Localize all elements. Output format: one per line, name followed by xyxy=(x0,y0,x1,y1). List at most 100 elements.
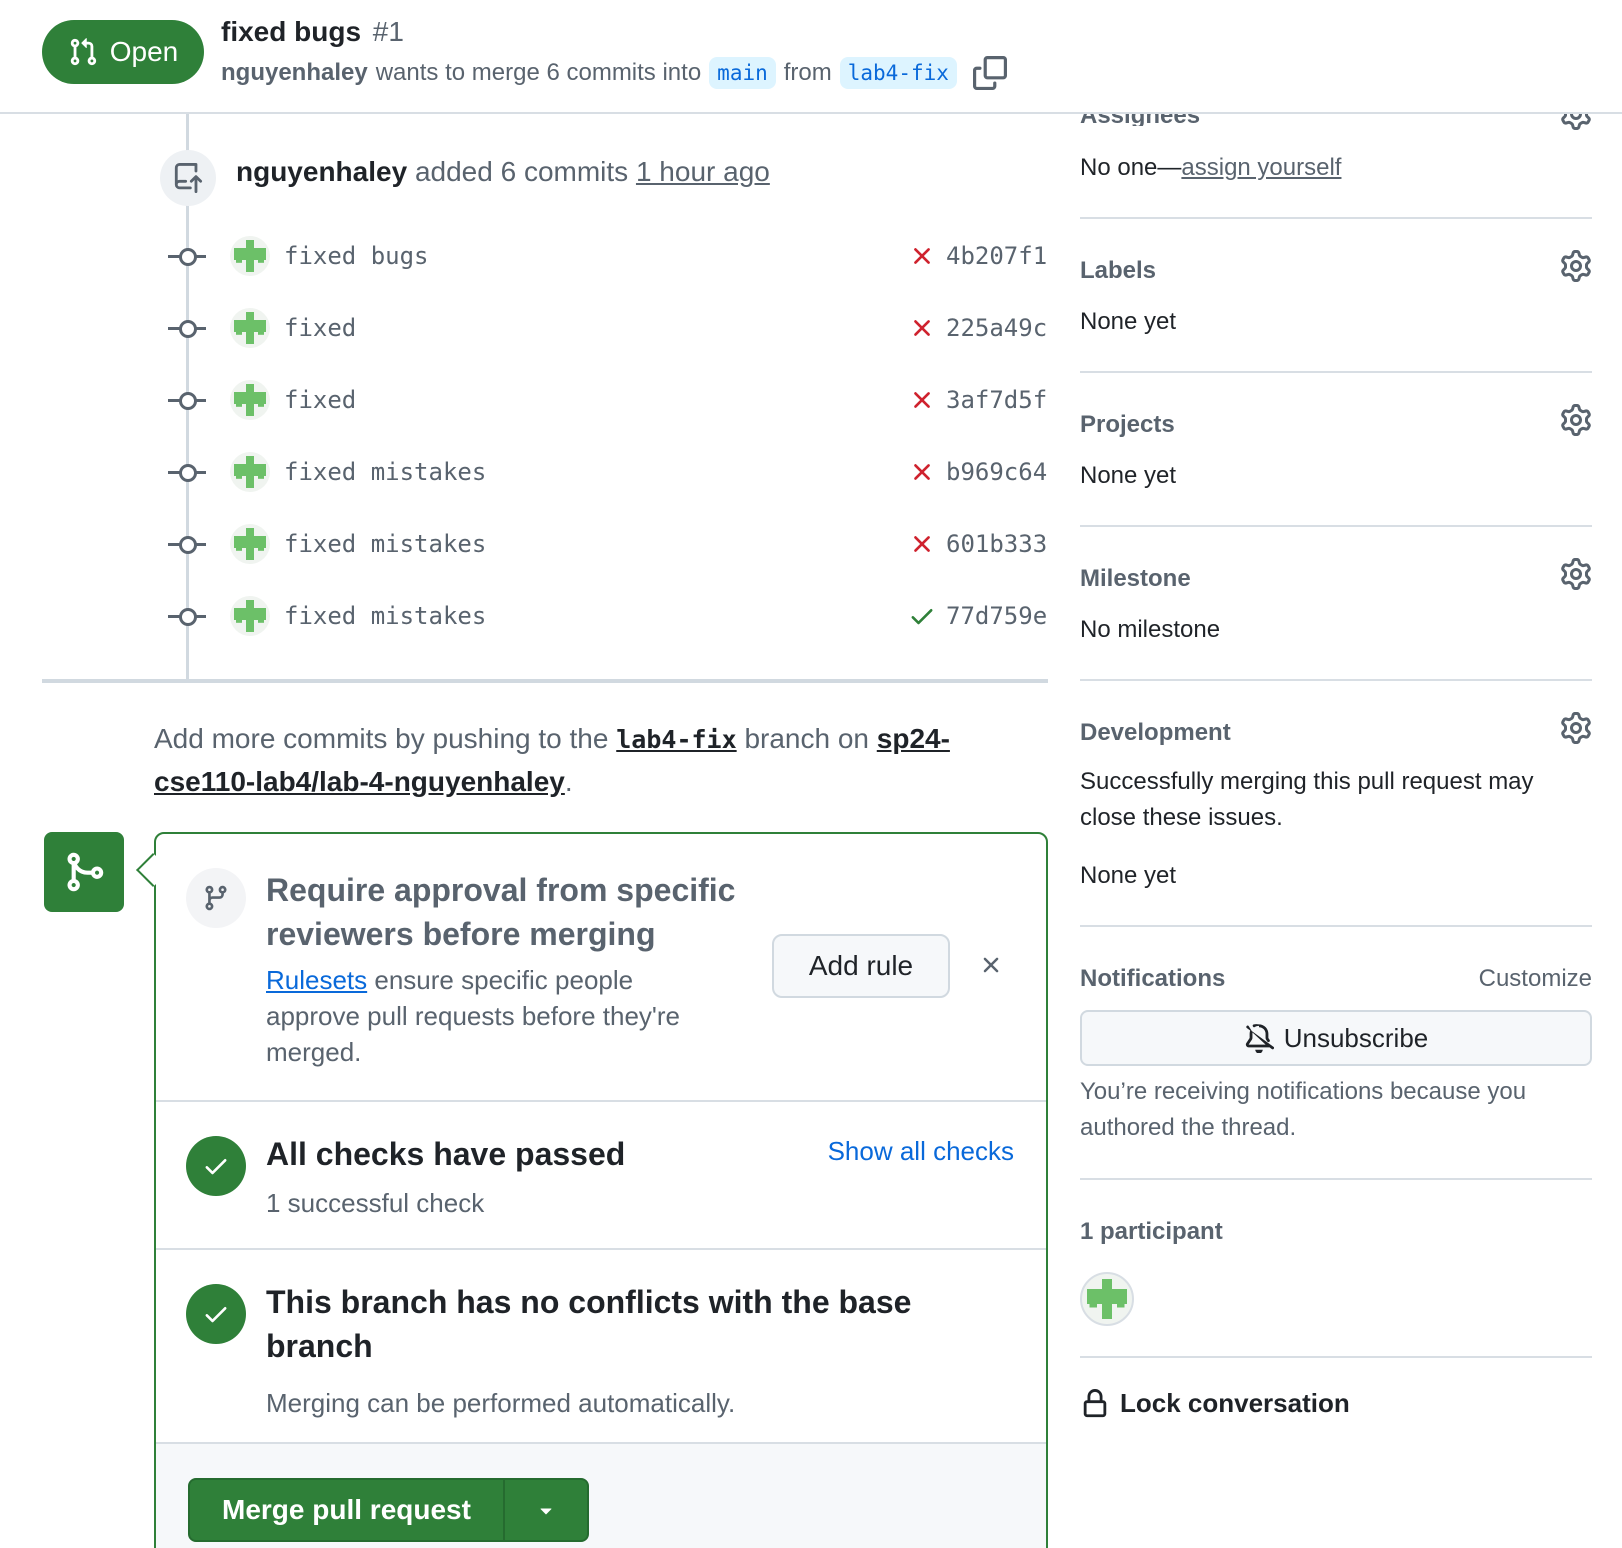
participant-avatar[interactable] xyxy=(1080,1272,1134,1326)
notifications-heading: Notifications xyxy=(1080,965,1226,992)
pr-number: #1 xyxy=(372,16,404,47)
commit-author-avatar[interactable] xyxy=(230,524,270,564)
conflicts-section: This branch has no conflicts with the ba… xyxy=(156,1250,1046,1444)
hint-branch-link[interactable]: lab4-fix xyxy=(616,725,736,754)
pr-header: Open fixed bugs #1 nguyenhaley wants to … xyxy=(0,0,1622,114)
commit-author-avatar[interactable] xyxy=(230,596,270,636)
check-icon[interactable] xyxy=(908,602,936,630)
push-event-badge xyxy=(160,150,216,206)
lock-conversation-link[interactable]: Lock conversation xyxy=(1080,1388,1350,1419)
sidebar-divider xyxy=(1080,679,1592,681)
commit-sha-link[interactable]: b969c64 xyxy=(946,458,1048,486)
head-branch-link[interactable]: lab4-fix xyxy=(839,57,957,89)
commit-message-link[interactable]: fixed bugs xyxy=(284,242,908,270)
triangle-down-icon xyxy=(540,1508,552,1515)
conflicts-subtitle: Merging can be performed automatically. xyxy=(266,1388,736,1418)
identicon xyxy=(234,600,266,632)
hint-middle: branch on xyxy=(744,723,869,754)
sidebar-divider xyxy=(1080,525,1592,527)
show-all-checks-link[interactable]: Show all checks xyxy=(828,1136,1014,1167)
development-heading[interactable]: Development xyxy=(1080,719,1231,747)
participants-heading: 1 participant xyxy=(1080,1218,1223,1245)
bell-slash-icon xyxy=(1245,1024,1274,1053)
rulesets-link[interactable]: Rulesets xyxy=(266,965,367,995)
ruleset-icon-badge xyxy=(186,868,246,928)
commit-sha-link[interactable]: 3af7d5f xyxy=(946,386,1048,414)
commit-message-link[interactable]: fixed mistakes xyxy=(284,458,908,486)
development-description: Successfully merging this pull request m… xyxy=(1080,768,1534,831)
merge-options-dropdown[interactable] xyxy=(505,1480,587,1540)
commit-author-avatar[interactable] xyxy=(230,452,270,492)
commit-author-avatar[interactable] xyxy=(230,380,270,420)
identicon xyxy=(234,384,266,416)
checks-subtitle: 1 successful check xyxy=(266,1188,485,1218)
labels-gear-icon[interactable] xyxy=(1560,250,1592,282)
checks-title: All checks have passed xyxy=(266,1136,626,1172)
pr-merge-summary: nguyenhaley wants to merge 6 commits int… xyxy=(221,56,1007,90)
check-icon xyxy=(205,1159,227,1175)
sidebar-divider xyxy=(1080,371,1592,373)
commit-sha-link[interactable]: 77d759e xyxy=(946,602,1048,630)
commit-message-link[interactable]: fixed xyxy=(284,314,908,342)
commit-sha-link[interactable]: 4b207f1 xyxy=(946,242,1048,270)
no-conflicts-icon xyxy=(186,1284,246,1344)
commit-row: fixed bugs 4b207f1 xyxy=(168,231,1048,281)
push-action: added 6 commits xyxy=(414,156,629,187)
commit-author-avatar[interactable] xyxy=(230,308,270,348)
projects-heading[interactable]: Projects xyxy=(1080,411,1175,439)
assign-yourself-link[interactable]: assign yourself xyxy=(1181,154,1341,181)
x-icon[interactable] xyxy=(908,314,936,342)
commit-author-avatar[interactable] xyxy=(230,236,270,276)
sidebar-divider xyxy=(1080,217,1592,219)
ruleset-suggestion: Require approval from specific reviewers… xyxy=(156,834,1046,1102)
sidebar-divider xyxy=(1080,925,1592,927)
x-icon[interactable] xyxy=(908,458,936,486)
add-more-commits-hint: Add more commits by pushing to the lab4-… xyxy=(154,718,1004,803)
push-event-text: nguyenhaley added 6 commits 1 hour ago xyxy=(236,156,770,188)
commit-message-link[interactable]: fixed mistakes xyxy=(284,530,908,558)
ruleset-description: Rulesets ensure specific people approve … xyxy=(266,962,726,1070)
identicon xyxy=(234,312,266,344)
commit-sha-link[interactable]: 601b333 xyxy=(946,530,1048,558)
x-icon[interactable] xyxy=(908,242,936,270)
git-branch-icon xyxy=(205,885,227,911)
base-branch-link[interactable]: main xyxy=(709,57,776,89)
commit-message-link[interactable]: fixed mistakes xyxy=(284,602,908,630)
add-rule-button[interactable]: Add rule xyxy=(772,934,950,998)
milestone-gear-icon[interactable] xyxy=(1560,558,1592,590)
merge-pull-request-button[interactable]: Merge pull request xyxy=(190,1480,505,1540)
checks-passed-icon xyxy=(186,1136,246,1196)
push-author-link[interactable]: nguyenhaley xyxy=(236,156,407,187)
sidebar-divider xyxy=(1080,1178,1592,1180)
merge-button-group: Merge pull request xyxy=(188,1478,589,1542)
checks-section: All checks have passed 1 successful chec… xyxy=(156,1102,1046,1250)
merge-summary-text: wants to merge 6 commits into xyxy=(375,59,702,86)
ruleset-title: Require approval from specific reviewers… xyxy=(266,872,736,952)
development-gear-icon[interactable] xyxy=(1560,712,1592,744)
commit-sha-link[interactable]: 225a49c xyxy=(946,314,1048,342)
x-icon[interactable] xyxy=(908,530,936,558)
lock-conversation-label: Lock conversation xyxy=(1120,1388,1350,1418)
commit-row: fixed mistakes b969c64 xyxy=(168,447,1048,497)
x-icon[interactable] xyxy=(908,386,936,414)
labels-heading[interactable]: Labels xyxy=(1080,257,1156,285)
hint-suffix: . xyxy=(564,766,573,797)
git-commit-icon xyxy=(168,246,206,266)
commit-message-link[interactable]: fixed xyxy=(284,386,908,414)
customize-notifications-link[interactable]: Customize xyxy=(1479,965,1592,993)
repo-push-icon xyxy=(174,163,203,193)
development-value: None yet xyxy=(1080,862,1177,889)
unsubscribe-button[interactable]: Unsubscribe xyxy=(1080,1010,1592,1066)
unsubscribe-label: Unsubscribe xyxy=(1283,1022,1429,1053)
close-icon[interactable] xyxy=(978,952,1004,978)
projects-gear-icon[interactable] xyxy=(1560,404,1592,436)
merge-box: Require approval from specific reviewers… xyxy=(154,832,1048,1548)
copy-icon[interactable] xyxy=(972,56,1007,90)
git-pull-request-icon xyxy=(70,38,96,66)
git-commit-icon xyxy=(168,606,206,626)
pr-author-link[interactable]: nguyenhaley xyxy=(221,59,368,87)
push-time-link[interactable]: 1 hour ago xyxy=(636,156,770,187)
commit-row: fixed mistakes 77d759e xyxy=(168,591,1048,641)
milestone-heading[interactable]: Milestone xyxy=(1080,565,1191,593)
git-merge-icon xyxy=(67,852,104,892)
